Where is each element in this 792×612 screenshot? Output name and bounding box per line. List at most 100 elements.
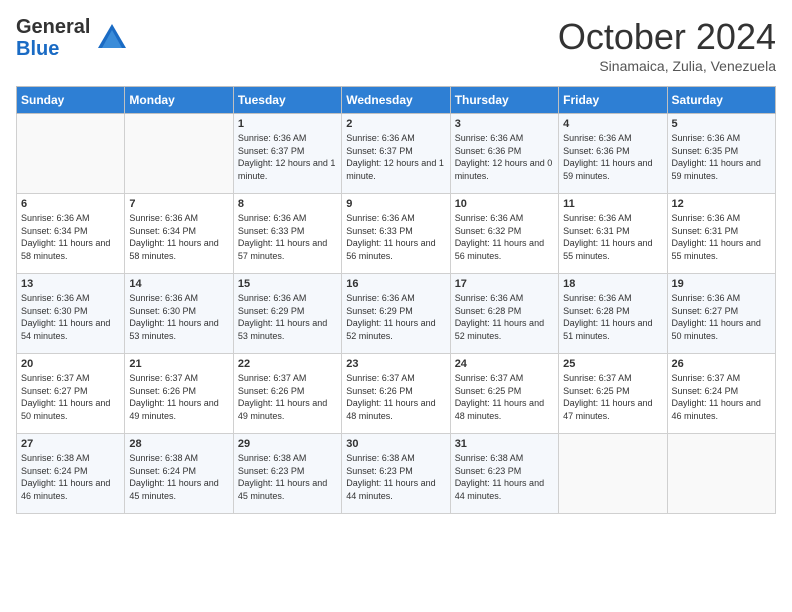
day-info: Sunrise: 6:36 AMSunset: 6:36 PMDaylight:… <box>455 132 554 182</box>
calendar-cell: 5 Sunrise: 6:36 AMSunset: 6:35 PMDaylight… <box>667 114 775 194</box>
day-info: Sunrise: 6:36 AMSunset: 6:29 PMDaylight:… <box>346 292 445 342</box>
col-header-tuesday: Tuesday <box>233 87 341 114</box>
day-info: Sunrise: 6:36 AMSunset: 6:33 PMDaylight:… <box>346 212 445 262</box>
calendar-cell: 19 Sunrise: 6:36 AMSunset: 6:27 PMDayligh… <box>667 274 775 354</box>
month-title: October 2024 <box>558 16 776 58</box>
day-number: 25 <box>563 358 662 370</box>
calendar-cell: 18 Sunrise: 6:36 AMSunset: 6:28 PMDayligh… <box>559 274 667 354</box>
calendar-cell: 9 Sunrise: 6:36 AMSunset: 6:33 PMDaylight… <box>342 194 450 274</box>
day-number: 3 <box>455 118 554 130</box>
col-header-thursday: Thursday <box>450 87 558 114</box>
day-number: 11 <box>563 198 662 210</box>
day-number: 29 <box>238 438 337 450</box>
day-number: 17 <box>455 278 554 290</box>
day-info: Sunrise: 6:38 AMSunset: 6:23 PMDaylight:… <box>455 452 554 502</box>
calendar-cell: 16 Sunrise: 6:36 AMSunset: 6:29 PMDayligh… <box>342 274 450 354</box>
day-number: 26 <box>672 358 771 370</box>
calendar-cell: 10 Sunrise: 6:36 AMSunset: 6:32 PMDayligh… <box>450 194 558 274</box>
day-info: Sunrise: 6:38 AMSunset: 6:23 PMDaylight:… <box>346 452 445 502</box>
page-header: General Blue October 2024 Sinamaica, Zul… <box>16 16 776 74</box>
calendar-week-row: 27 Sunrise: 6:38 AMSunset: 6:24 PMDayligh… <box>17 434 776 514</box>
day-info: Sunrise: 6:36 AMSunset: 6:33 PMDaylight:… <box>238 212 337 262</box>
calendar-cell: 1 Sunrise: 6:36 AMSunset: 6:37 PMDaylight… <box>233 114 341 194</box>
day-info: Sunrise: 6:36 AMSunset: 6:34 PMDaylight:… <box>129 212 228 262</box>
calendar-cell: 23Sunrise: 6:37 AMSunset: 6:26 PMDayligh… <box>342 354 450 434</box>
day-number: 6 <box>21 198 120 210</box>
day-number: 22 <box>238 358 337 370</box>
calendar-cell: 8 Sunrise: 6:36 AMSunset: 6:33 PMDaylight… <box>233 194 341 274</box>
day-number: 28 <box>129 438 228 450</box>
day-number: 13 <box>21 278 120 290</box>
calendar-cell: 27 Sunrise: 6:38 AMSunset: 6:24 PMDayligh… <box>17 434 125 514</box>
calendar-cell <box>559 434 667 514</box>
calendar-cell: 17Sunrise: 6:36 AMSunset: 6:28 PMDayligh… <box>450 274 558 354</box>
day-number: 20 <box>21 358 120 370</box>
day-info: Sunrise: 6:36 AMSunset: 6:36 PMDaylight:… <box>563 132 662 182</box>
day-info: Sunrise: 6:36 AMSunset: 6:32 PMDaylight:… <box>455 212 554 262</box>
day-info: Sunrise: 6:37 AMSunset: 6:26 PMDaylight:… <box>129 372 228 422</box>
col-header-monday: Monday <box>125 87 233 114</box>
col-header-friday: Friday <box>559 87 667 114</box>
day-info: Sunrise: 6:37 AMSunset: 6:25 PMDaylight:… <box>455 372 554 422</box>
calendar-cell: 11 Sunrise: 6:36 AMSunset: 6:31 PMDayligh… <box>559 194 667 274</box>
calendar-table: SundayMondayTuesdayWednesdayThursdayFrid… <box>16 86 776 514</box>
day-number: 16 <box>346 278 445 290</box>
day-number: 27 <box>21 438 120 450</box>
calendar-cell <box>667 434 775 514</box>
day-number: 1 <box>238 118 337 130</box>
calendar-week-row: 20 Sunrise: 6:37 AMSunset: 6:27 PMDayligh… <box>17 354 776 434</box>
calendar-cell: 26 Sunrise: 6:37 AMSunset: 6:24 PMDayligh… <box>667 354 775 434</box>
day-info: Sunrise: 6:36 AMSunset: 6:28 PMDaylight:… <box>563 292 662 342</box>
day-number: 30 <box>346 438 445 450</box>
day-number: 18 <box>563 278 662 290</box>
calendar-header-row: SundayMondayTuesdayWednesdayThursdayFrid… <box>17 87 776 114</box>
day-number: 31 <box>455 438 554 450</box>
day-number: 12 <box>672 198 771 210</box>
calendar-cell <box>125 114 233 194</box>
day-info: Sunrise: 6:38 AMSunset: 6:24 PMDaylight:… <box>21 452 120 502</box>
calendar-cell: 6Sunrise: 6:36 AMSunset: 6:34 PMDaylight… <box>17 194 125 274</box>
calendar-week-row: 13 Sunrise: 6:36 AMSunset: 6:30 PMDayligh… <box>17 274 776 354</box>
day-info: Sunrise: 6:36 AMSunset: 6:37 PMDaylight:… <box>238 132 337 182</box>
day-number: 7 <box>129 198 228 210</box>
logo: General Blue <box>16 16 130 60</box>
logo-blue: Blue <box>16 38 59 60</box>
calendar-cell: 22 Sunrise: 6:37 AMSunset: 6:26 PMDayligh… <box>233 354 341 434</box>
day-number: 14 <box>129 278 228 290</box>
logo-general: General <box>16 16 90 38</box>
calendar-cell: 29 Sunrise: 6:38 AMSunset: 6:23 PMDayligh… <box>233 434 341 514</box>
calendar-cell: 28Sunrise: 6:38 AMSunset: 6:24 PMDayligh… <box>125 434 233 514</box>
day-info: Sunrise: 6:37 AMSunset: 6:24 PMDaylight:… <box>672 372 771 422</box>
day-info: Sunrise: 6:36 AMSunset: 6:31 PMDaylight:… <box>672 212 771 262</box>
day-info: Sunrise: 6:37 AMSunset: 6:25 PMDaylight:… <box>563 372 662 422</box>
day-info: Sunrise: 6:36 AMSunset: 6:31 PMDaylight:… <box>563 212 662 262</box>
day-number: 9 <box>346 198 445 210</box>
day-number: 8 <box>238 198 337 210</box>
calendar-cell: 25 Sunrise: 6:37 AMSunset: 6:25 PMDayligh… <box>559 354 667 434</box>
calendar-cell: 2Sunrise: 6:36 AMSunset: 6:37 PMDaylight… <box>342 114 450 194</box>
day-info: Sunrise: 6:36 AMSunset: 6:27 PMDaylight:… <box>672 292 771 342</box>
day-number: 19 <box>672 278 771 290</box>
day-info: Sunrise: 6:38 AMSunset: 6:23 PMDaylight:… <box>238 452 337 502</box>
col-header-wednesday: Wednesday <box>342 87 450 114</box>
day-info: Sunrise: 6:37 AMSunset: 6:26 PMDaylight:… <box>238 372 337 422</box>
day-info: Sunrise: 6:37 AMSunset: 6:27 PMDaylight:… <box>21 372 120 422</box>
calendar-cell: 24 Sunrise: 6:37 AMSunset: 6:25 PMDayligh… <box>450 354 558 434</box>
day-info: Sunrise: 6:36 AMSunset: 6:30 PMDaylight:… <box>129 292 228 342</box>
calendar-cell: 13Sunrise: 6:36 AMSunset: 6:30 PMDayligh… <box>17 274 125 354</box>
calendar-cell: 4Sunrise: 6:36 AMSunset: 6:36 PMDaylight… <box>559 114 667 194</box>
day-number: 24 <box>455 358 554 370</box>
day-number: 10 <box>455 198 554 210</box>
title-block: October 2024 Sinamaica, Zulia, Venezuela <box>558 16 776 74</box>
day-number: 5 <box>672 118 771 130</box>
day-info: Sunrise: 6:36 AMSunset: 6:35 PMDaylight:… <box>672 132 771 182</box>
calendar-cell: 3 Sunrise: 6:36 AMSunset: 6:36 PMDaylight… <box>450 114 558 194</box>
day-info: Sunrise: 6:36 AMSunset: 6:37 PMDaylight:… <box>346 132 445 182</box>
calendar-cell: 12 Sunrise: 6:36 AMSunset: 6:31 PMDayligh… <box>667 194 775 274</box>
day-number: 23 <box>346 358 445 370</box>
calendar-cell: 15Sunrise: 6:36 AMSunset: 6:29 PMDayligh… <box>233 274 341 354</box>
calendar-cell <box>17 114 125 194</box>
logo-icon <box>94 20 130 56</box>
col-header-sunday: Sunday <box>17 87 125 114</box>
day-number: 21 <box>129 358 228 370</box>
